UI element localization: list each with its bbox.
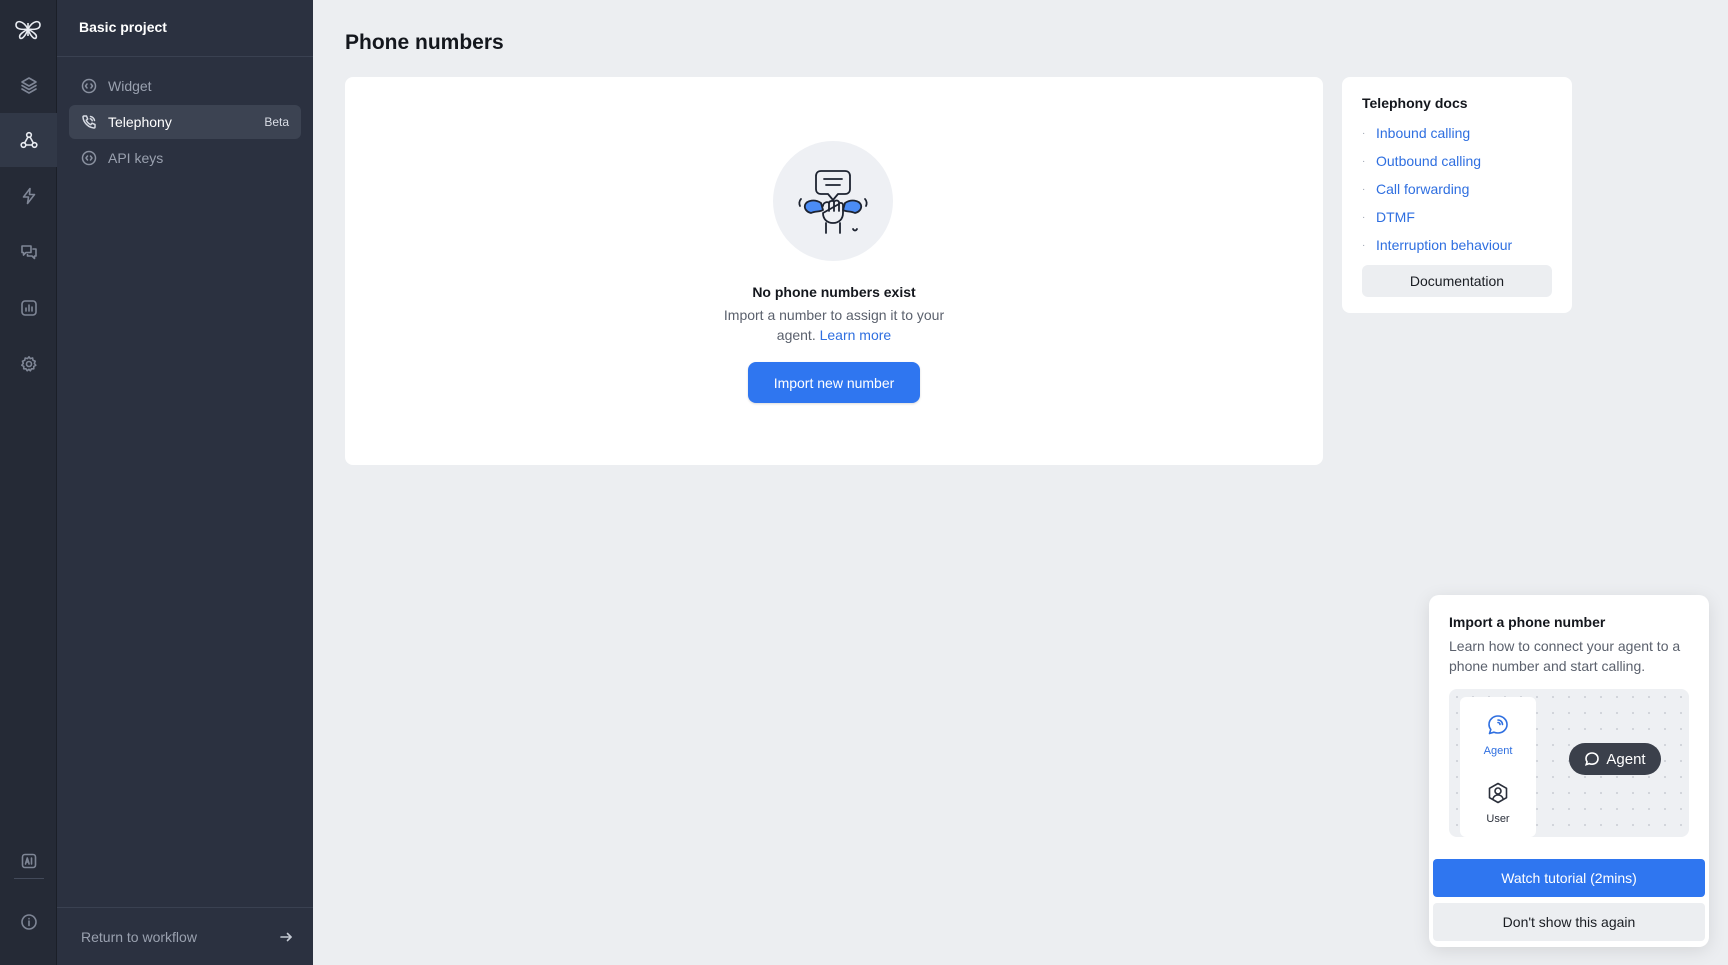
docs-link-outbound-calling[interactable]: Outbound calling bbox=[1376, 153, 1481, 169]
sidebar-item-label: Widget bbox=[108, 78, 152, 94]
preview-agent-item: Agent bbox=[1460, 713, 1536, 757]
docs-link-interruption-behaviour[interactable]: Interruption behaviour bbox=[1376, 237, 1512, 253]
docs-link-item: · DTMF bbox=[1362, 203, 1512, 231]
phone-icon bbox=[82, 115, 96, 129]
lightning-icon bbox=[22, 187, 35, 205]
rail-info-button[interactable] bbox=[0, 895, 57, 949]
docs-link-item: · Outbound calling bbox=[1362, 147, 1512, 175]
tutorial-preview[interactable]: Agent User Agent bbox=[1449, 689, 1689, 837]
dont-show-again-button[interactable]: Don't show this again bbox=[1433, 903, 1705, 941]
bullet-icon: · bbox=[1362, 211, 1366, 223]
ai-icon bbox=[21, 853, 36, 869]
sidebar-divider bbox=[57, 56, 313, 57]
sidebar-item-telephony[interactable]: Telephony Beta bbox=[69, 105, 301, 139]
rail-divider bbox=[14, 878, 44, 879]
preview-node-panel: Agent User bbox=[1460, 697, 1536, 837]
arrow-right-icon bbox=[280, 932, 292, 942]
rail-workflow-button[interactable] bbox=[0, 113, 57, 167]
docs-links: · Inbound calling · Outbound calling · Call… bbox=[1362, 119, 1512, 259]
sidebar-item-widget[interactable]: Widget bbox=[69, 69, 301, 103]
agent-chat-icon bbox=[1585, 752, 1600, 766]
empty-state-card: No phone numbers exist Import a number t… bbox=[345, 77, 1323, 465]
gear-icon bbox=[20, 356, 37, 372]
preview-user-label: User bbox=[1486, 813, 1510, 825]
layers-icon bbox=[20, 77, 37, 94]
bullet-icon: · bbox=[1362, 127, 1366, 139]
bullet-icon: · bbox=[1362, 239, 1366, 251]
documentation-button[interactable]: Documentation bbox=[1362, 265, 1552, 297]
rail-layers-button[interactable] bbox=[0, 58, 57, 112]
bullet-icon: · bbox=[1362, 183, 1366, 195]
widget-icon bbox=[81, 78, 97, 94]
project-sidebar: Basic project Widget Telephony Beta API … bbox=[57, 0, 313, 965]
empty-state-title: No phone numbers exist bbox=[752, 284, 916, 300]
popup-title: Import a phone number bbox=[1449, 614, 1606, 630]
docs-link-inbound-calling[interactable]: Inbound calling bbox=[1376, 125, 1470, 141]
rail-settings-button[interactable] bbox=[0, 337, 57, 391]
rail-analytics-button[interactable] bbox=[0, 281, 57, 335]
preview-chip-label: Agent bbox=[1606, 750, 1646, 768]
api-key-icon bbox=[81, 150, 97, 166]
return-label: Return to workflow bbox=[81, 929, 197, 945]
sidebar-item-label: API keys bbox=[108, 150, 164, 166]
docs-link-call-forwarding[interactable]: Call forwarding bbox=[1376, 181, 1469, 197]
docs-link-item: · Interruption behaviour bbox=[1362, 231, 1512, 259]
sidebar-item-label: Telephony bbox=[108, 114, 172, 130]
page-title: Phone numbers bbox=[345, 31, 504, 54]
docs-title: Telephony docs bbox=[1362, 95, 1468, 111]
preview-agent-chip: Agent bbox=[1569, 743, 1661, 775]
docs-link-item: · Inbound calling bbox=[1362, 119, 1512, 147]
docs-link-dtmf[interactable]: DTMF bbox=[1376, 209, 1415, 225]
sidebar-bottom-divider bbox=[57, 907, 313, 908]
bullet-icon: · bbox=[1362, 155, 1366, 167]
return-to-workflow-link[interactable]: Return to workflow bbox=[81, 926, 293, 948]
tutorial-popup: Import a phone number Learn how to conne… bbox=[1429, 595, 1709, 947]
preview-agent-label: Agent bbox=[1483, 745, 1513, 757]
watch-tutorial-button[interactable]: Watch tutorial (2mins) bbox=[1433, 859, 1705, 897]
icon-rail bbox=[0, 0, 57, 965]
preview-user-item: User bbox=[1460, 781, 1536, 825]
project-title: Basic project bbox=[79, 19, 167, 35]
sidebar-item-api-keys[interactable]: API keys bbox=[69, 141, 301, 175]
info-icon bbox=[20, 914, 37, 930]
agent-chat-icon bbox=[1488, 715, 1508, 735]
share-nodes-icon bbox=[19, 131, 38, 149]
rail-ai-button[interactable] bbox=[0, 834, 57, 888]
learn-more-link[interactable]: Learn more bbox=[820, 327, 892, 343]
beta-badge: Beta bbox=[264, 115, 289, 129]
user-icon bbox=[1488, 782, 1508, 804]
telephony-docs-card: Telephony docs · Inbound calling · Outboun… bbox=[1342, 77, 1572, 313]
analytics-icon bbox=[20, 300, 37, 316]
phone-conversation-icon bbox=[773, 141, 893, 261]
rail-actions-button[interactable] bbox=[0, 169, 57, 223]
docs-link-item: · Call forwarding bbox=[1362, 175, 1512, 203]
butterfly-logo-icon[interactable] bbox=[11, 12, 45, 46]
chat-bubbles-icon bbox=[20, 245, 37, 260]
import-new-number-button[interactable]: Import new number bbox=[748, 362, 920, 403]
rail-conversations-button[interactable] bbox=[0, 225, 57, 279]
popup-description: Learn how to connect your agent to a pho… bbox=[1449, 638, 1681, 674]
empty-state-description: Import a number to assign it to your age… bbox=[719, 305, 949, 345]
